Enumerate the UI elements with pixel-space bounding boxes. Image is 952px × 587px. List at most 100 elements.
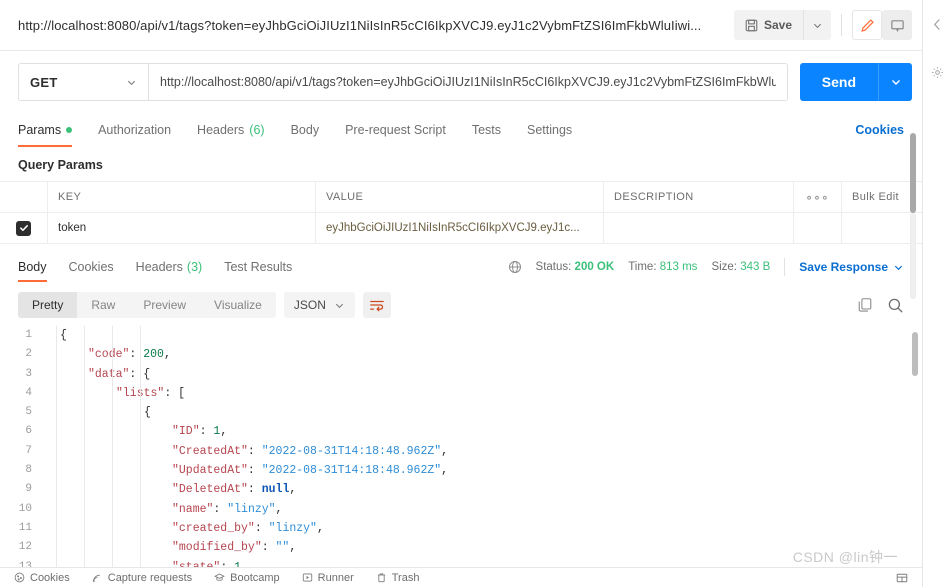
status-bar: Cookies Capture requests Bootcamp Runner bbox=[0, 567, 922, 587]
collapse-panel-icon[interactable] bbox=[930, 16, 946, 32]
code-token: "name" bbox=[172, 503, 213, 516]
response-toolbar-right bbox=[857, 297, 904, 314]
tab-settings[interactable]: Settings bbox=[527, 113, 572, 147]
size-value: 343 B bbox=[740, 261, 770, 273]
param-key-input[interactable]: token bbox=[48, 213, 316, 243]
view-mode-pretty[interactable]: Pretty bbox=[18, 292, 77, 318]
save-options-button[interactable] bbox=[803, 10, 831, 40]
indent-guide bbox=[56, 326, 57, 571]
send-options-button[interactable] bbox=[878, 63, 912, 101]
view-mode-visualize[interactable]: Visualize bbox=[200, 292, 276, 318]
save-button[interactable]: Save bbox=[734, 10, 803, 40]
copy-icon bbox=[857, 297, 873, 313]
comments-button[interactable] bbox=[882, 10, 912, 40]
status-bar-capture-requests[interactable]: Capture requests bbox=[92, 572, 192, 584]
send-button[interactable]: Send bbox=[800, 63, 878, 101]
code-line: 9"DeletedAt": null, bbox=[18, 480, 922, 499]
url-input-value: http://localhost:8080/api/v1/tags?token=… bbox=[160, 75, 776, 89]
send-button-group: Send bbox=[800, 63, 912, 101]
search-button[interactable] bbox=[887, 297, 904, 314]
method-select[interactable]: GET bbox=[18, 63, 148, 101]
header-description: DESCRIPTION bbox=[604, 182, 794, 212]
json-code-block: 1{2"code": 200,3"data": {4"lists": [5{6"… bbox=[0, 326, 922, 571]
query-params-title: Query Params bbox=[0, 147, 922, 181]
tab-pre-request-script[interactable]: Pre-request Script bbox=[345, 113, 446, 147]
column-options-button[interactable]: ∘∘∘ bbox=[794, 182, 842, 212]
code-token: : bbox=[255, 522, 269, 535]
save-response-button[interactable]: Save Response bbox=[799, 260, 904, 274]
table-row: token eyJhbGciOiJIUzI1NiIsInR5cCI6IkpXVC… bbox=[0, 213, 922, 244]
status-bar-trash[interactable]: Trash bbox=[376, 572, 420, 584]
code-line-content: "ID": 1, bbox=[46, 422, 227, 441]
code-line-content: "code": 200, bbox=[46, 345, 171, 364]
indent-guide bbox=[140, 326, 141, 571]
cookies-link[interactable]: Cookies bbox=[855, 123, 904, 137]
param-value-input[interactable]: eyJhbGciOiJIUzI1NiIsInR5cCI6IkpXVCJ9.eyJ… bbox=[316, 213, 604, 243]
save-button-label: Save bbox=[764, 18, 792, 32]
code-line-content: "CreatedAt": "2022-08-31T14:18:48.962Z", bbox=[46, 442, 448, 461]
header-key: KEY bbox=[48, 182, 316, 212]
code-line: 12"modified_by": "", bbox=[18, 538, 922, 557]
status-bar-runner[interactable]: Runner bbox=[302, 572, 354, 584]
save-button-group: Save bbox=[734, 10, 831, 40]
code-token: , bbox=[317, 522, 324, 535]
tab-headers-count: (6) bbox=[249, 123, 264, 137]
status-bar-bootcamp[interactable]: Bootcamp bbox=[214, 572, 280, 584]
line-number: 11 bbox=[18, 519, 46, 538]
code-line-content: { bbox=[46, 403, 151, 422]
wrap-lines-button[interactable] bbox=[363, 292, 391, 318]
tab-tests-label: Tests bbox=[472, 123, 501, 137]
response-tab-test-results[interactable]: Test Results bbox=[224, 252, 292, 282]
code-token: 200 bbox=[143, 348, 164, 361]
url-input[interactable]: http://localhost:8080/api/v1/tags?token=… bbox=[148, 63, 788, 101]
settings-gear-icon[interactable] bbox=[930, 64, 946, 80]
layout-icon[interactable] bbox=[896, 572, 908, 584]
tab-params[interactable]: Params bbox=[18, 113, 72, 147]
response-scrollbar-thumb[interactable] bbox=[912, 332, 918, 376]
tab-headers[interactable]: Headers (6) bbox=[197, 113, 265, 147]
code-token: , bbox=[441, 464, 448, 477]
chevron-down-icon bbox=[126, 77, 137, 88]
top-toolbar: http://localhost:8080/api/v1/tags?token=… bbox=[0, 0, 922, 51]
header-checkbox-cell bbox=[0, 182, 48, 212]
trash-icon bbox=[376, 572, 387, 583]
edit-request-button[interactable] bbox=[852, 10, 882, 40]
code-line: 2"code": 200, bbox=[18, 345, 922, 364]
code-token: : [ bbox=[164, 387, 185, 400]
code-token: , bbox=[441, 445, 448, 458]
line-number: 6 bbox=[18, 422, 46, 441]
code-line: 8"UpdatedAt": "2022-08-31T14:18:48.962Z"… bbox=[18, 461, 922, 480]
copy-button[interactable] bbox=[857, 297, 873, 313]
status-bar-trash-label: Trash bbox=[392, 572, 420, 584]
tab-body[interactable]: Body bbox=[291, 113, 320, 147]
view-mode-preview[interactable]: Preview bbox=[129, 292, 200, 318]
tab-params-label: Params bbox=[18, 123, 61, 137]
response-tab-cookies[interactable]: Cookies bbox=[69, 252, 114, 282]
response-tab-body[interactable]: Body bbox=[18, 252, 47, 282]
status-bar-right bbox=[896, 572, 908, 584]
code-token: : bbox=[213, 503, 227, 516]
row-options-cell bbox=[794, 213, 842, 243]
code-line-content: "data": { bbox=[46, 365, 150, 384]
response-format-select[interactable]: JSON bbox=[284, 292, 355, 318]
code-token: "modified_by" bbox=[172, 541, 262, 554]
comment-icon bbox=[890, 18, 905, 33]
param-enabled-checkbox[interactable] bbox=[16, 221, 31, 236]
response-body-viewer[interactable]: 1{2"code": 200,3"data": {4"lists": [5{6"… bbox=[0, 326, 922, 571]
row-checkbox-cell bbox=[0, 213, 48, 243]
code-token: , bbox=[164, 348, 171, 361]
response-tab-headers[interactable]: Headers (3) bbox=[136, 252, 203, 282]
view-mode-raw[interactable]: Raw bbox=[77, 292, 129, 318]
request-title-breadcrumb: http://localhost:8080/api/v1/tags?token=… bbox=[18, 18, 734, 33]
line-number: 10 bbox=[18, 500, 46, 519]
param-description-input[interactable] bbox=[604, 213, 794, 243]
tab-tests[interactable]: Tests bbox=[472, 113, 501, 147]
code-token: : bbox=[248, 483, 262, 496]
chevron-down-icon bbox=[890, 76, 902, 88]
params-scrollbar-thumb[interactable] bbox=[910, 133, 916, 213]
status-bar-cookies[interactable]: Cookies bbox=[14, 572, 70, 584]
code-token: "2022-08-31T14:18:48.962Z" bbox=[262, 464, 441, 477]
table-header-row: KEY VALUE DESCRIPTION ∘∘∘ Bulk Edit bbox=[0, 182, 922, 213]
header-value: VALUE bbox=[316, 182, 604, 212]
tab-authorization[interactable]: Authorization bbox=[98, 113, 171, 147]
